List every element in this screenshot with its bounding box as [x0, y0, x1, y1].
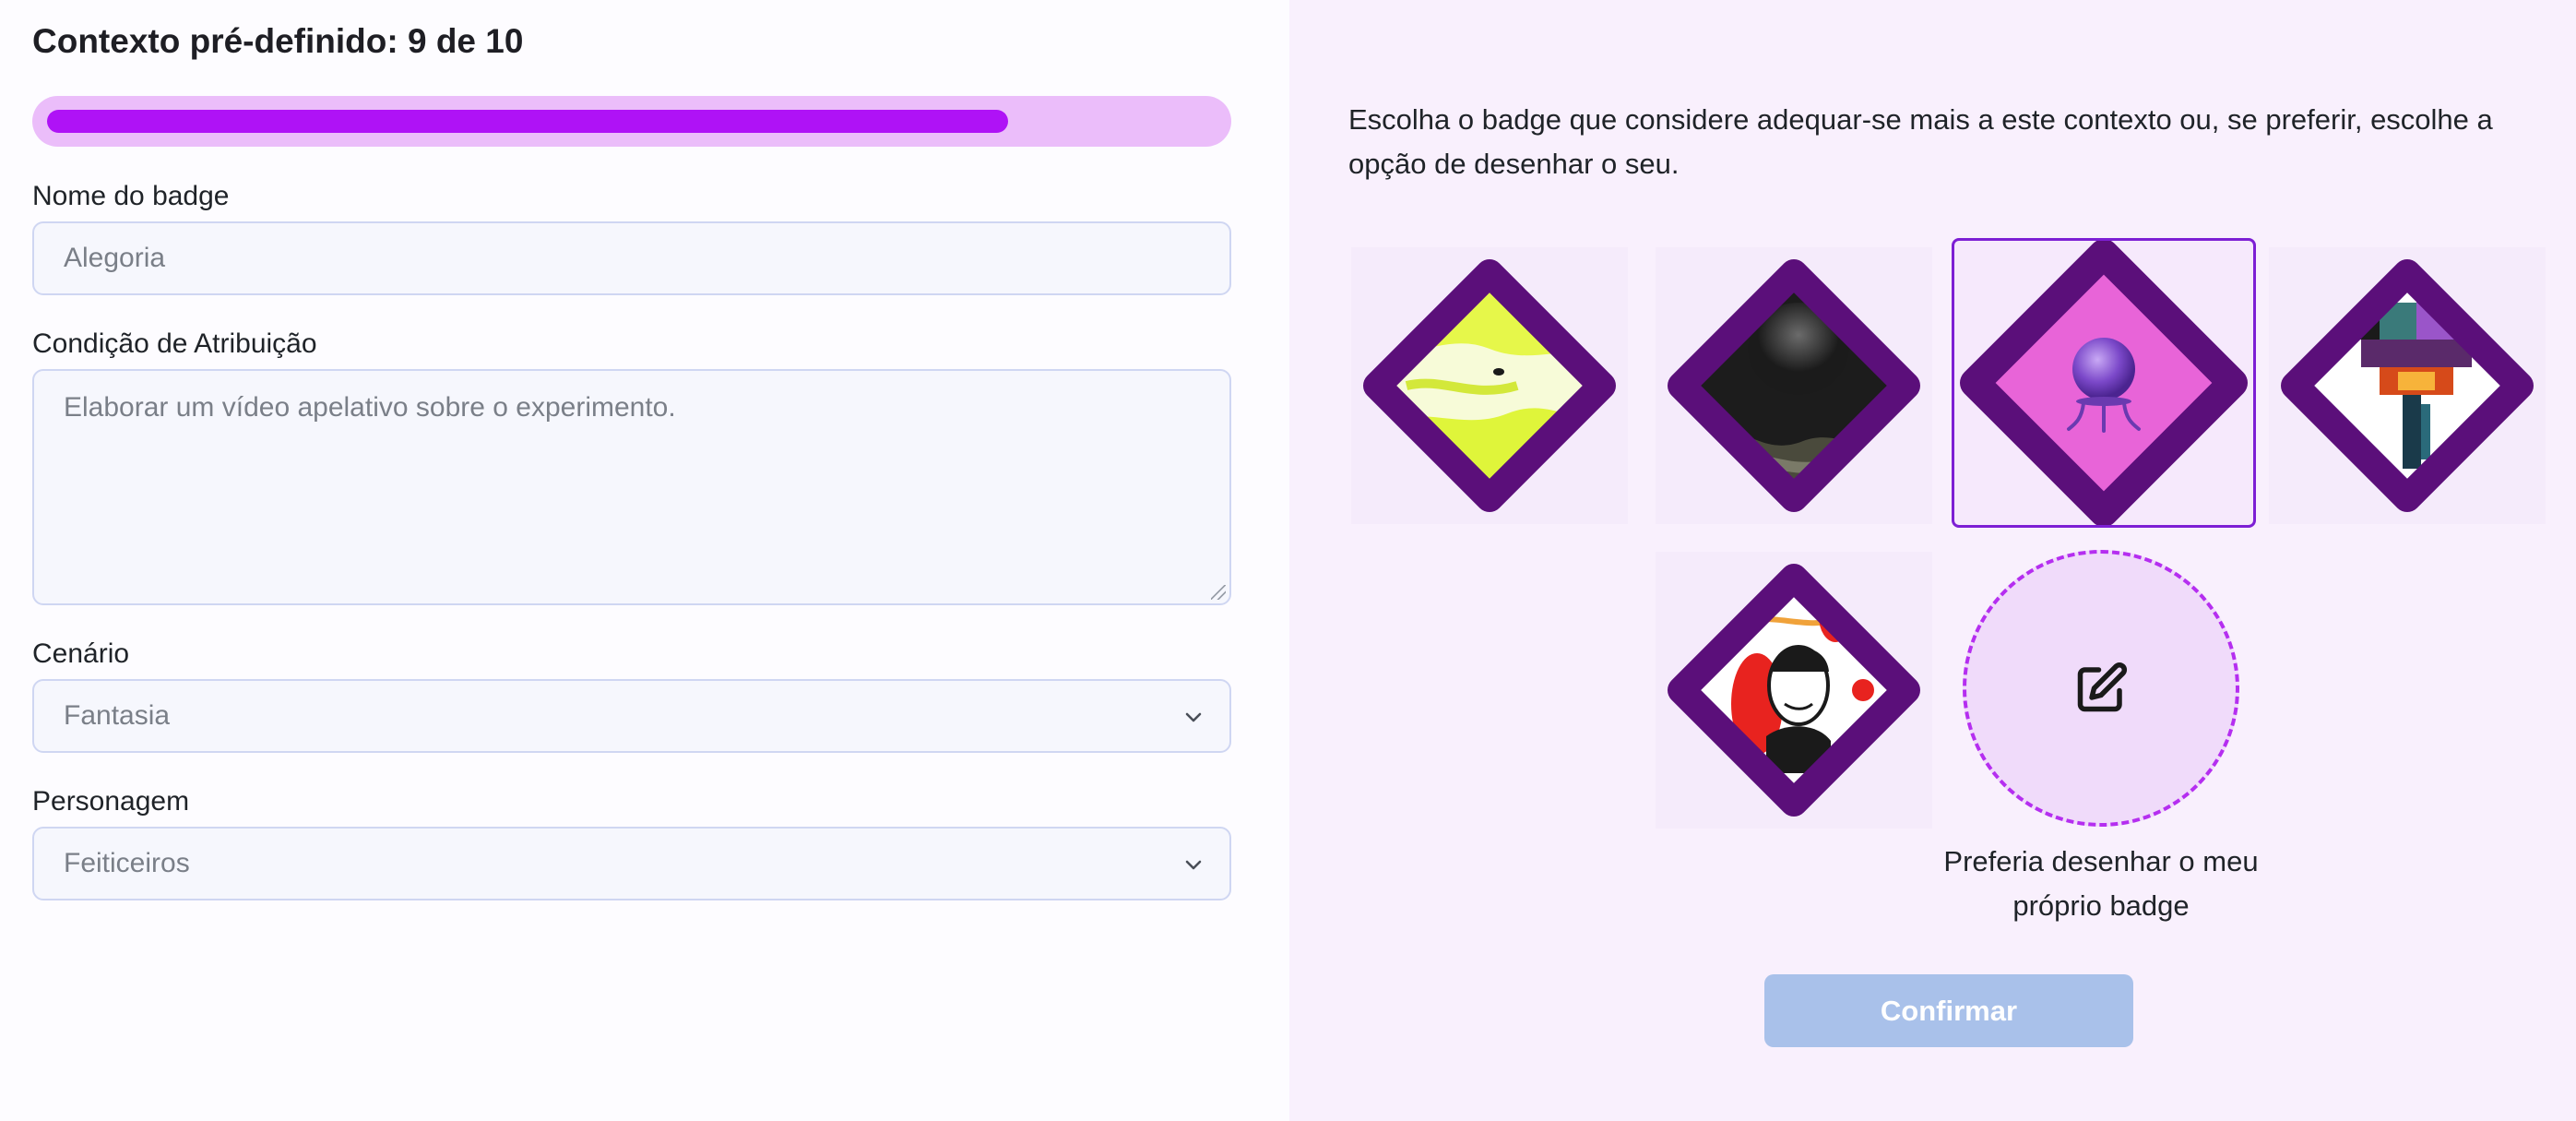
chevron-down-icon [1185, 860, 1202, 870]
condition-label: Condição de Atribuição [32, 328, 317, 359]
condition-textarea[interactable]: Elaborar um vídeo apelativo sobre o expe… [32, 369, 1231, 605]
draw-own-badge-option[interactable] [1963, 550, 2239, 827]
resize-handle-icon[interactable] [1211, 585, 1226, 600]
badge-crystal-ball-image [1960, 241, 2248, 525]
picker-instructions: Escolha o badge que considere adequar-se… [1348, 103, 2493, 180]
confirm-button[interactable]: Confirmar [1764, 974, 2133, 1047]
badge-black-smoke-image [1668, 259, 1920, 512]
badge-card-portrait-image [1668, 564, 1920, 817]
character-value: Feiticeiros [64, 848, 190, 878]
character-label: Personagem [32, 786, 190, 817]
draw-own-badge-label: Preferia desenhar o meu próprio badge [1943, 845, 2259, 922]
scenario-select[interactable]: Fantasia [32, 679, 1231, 753]
badge-option-card-portrait[interactable] [1656, 552, 1932, 829]
badge-option-crystal-ball[interactable] [1952, 238, 2256, 528]
badge-option-yellow-map[interactable] [1351, 247, 1628, 524]
badge-option-pixel-wizard[interactable] [2269, 247, 2546, 524]
badge-yellow-map-image [1363, 259, 1616, 512]
badge-pixel-wizard-image [2281, 259, 2534, 512]
page-title: Contexto pré-definido: 9 de 10 [32, 22, 524, 60]
condition-placeholder: Elaborar um vídeo apelativo sobre o expe… [64, 392, 676, 423]
scenario-label: Cenário [32, 638, 130, 669]
badge-name-input[interactable]: Alegoria [32, 221, 1231, 295]
edit-pencil-icon [2077, 662, 2128, 712]
form-panel: Contexto pré-definido: 9 de 10 Nome do b… [0, 0, 1289, 1121]
progress-bar [32, 96, 1231, 147]
badge-option-black-smoke[interactable] [1656, 247, 1932, 524]
badge-name-label: Nome do badge [32, 181, 230, 211]
progress-bar-fill [47, 110, 1008, 133]
chevron-down-icon [1185, 712, 1202, 722]
character-select[interactable]: Feiticeiros [32, 827, 1231, 900]
scenario-value: Fantasia [64, 700, 171, 731]
